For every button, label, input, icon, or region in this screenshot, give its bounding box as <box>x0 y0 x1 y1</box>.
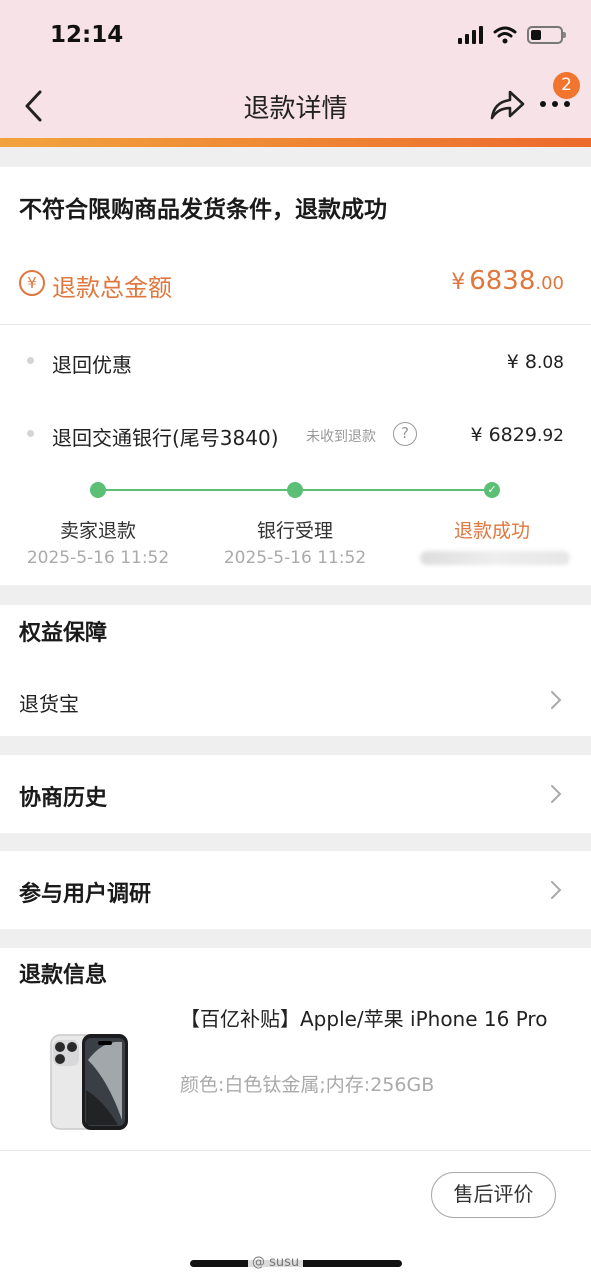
after-sale-review-button[interactable]: 售后评价 <box>431 1172 556 1218</box>
progress-line <box>106 489 287 491</box>
notification-badge: 2 <box>553 72 580 99</box>
step-label: 退款成功 <box>453 520 530 542</box>
step-time: 2025-5-16 11:52 <box>26 548 170 568</box>
battery-icon <box>527 26 566 44</box>
section-title[interactable]: 参与用户调研 <box>19 876 151 908</box>
share-icon[interactable] <box>488 86 526 124</box>
progress-dot <box>287 482 303 498</box>
refund-headline: 不符合限购商品发货条件，退款成功 <box>19 197 387 223</box>
wifi-icon <box>493 26 517 44</box>
signal-icon <box>458 26 483 44</box>
check-icon: ✓ <box>484 482 500 498</box>
divider <box>0 324 591 325</box>
refund-row-label: 退回优惠 <box>52 353 132 377</box>
refund-row-amount: ¥ 8.08 <box>507 351 564 373</box>
chevron-right-icon[interactable] <box>548 783 564 805</box>
bullet <box>27 357 34 364</box>
product-title[interactable]: 【百亿补贴】Apple/苹果 iPhone 16 Pro <box>180 1003 560 1036</box>
refund-row-label: 退回交通银行(尾号3840) <box>52 426 279 450</box>
progress-dot <box>90 482 106 498</box>
watermark: @ susu <box>248 1255 304 1270</box>
header-accent-line <box>0 138 591 147</box>
refund-row-amount: ¥ 6829.92 <box>470 424 564 446</box>
amount-integer: ¥ 6829 <box>470 424 537 446</box>
return-insurance-item[interactable]: 退货宝 <box>19 688 79 717</box>
status-icons <box>458 26 566 44</box>
amount-cents: .92 <box>536 426 564 446</box>
step-label: 卖家退款 <box>59 520 136 542</box>
progress-line <box>303 489 484 491</box>
amount-integer: 6838 <box>469 266 536 296</box>
product-image[interactable] <box>48 1030 132 1132</box>
divider <box>0 1150 591 1151</box>
amount-cents: .08 <box>536 353 564 373</box>
section-title[interactable]: 协商历史 <box>19 780 107 812</box>
yuan-icon: ¥ <box>19 270 45 296</box>
section-title: 退款信息 <box>19 963 108 988</box>
help-icon[interactable]: ? <box>393 422 417 446</box>
amount-cents: .00 <box>535 273 564 294</box>
amount-integer: ¥ 8 <box>506 351 537 373</box>
bullet <box>27 430 34 437</box>
step-label: 银行受理 <box>256 520 333 542</box>
product-spec: 颜色:白色钛金属;内存:256GB <box>180 1074 435 1096</box>
refund-total-amount: ¥6838.00 <box>451 266 564 296</box>
status-time: 12:14 <box>50 22 124 48</box>
step-time: 2025-5-16 11:52 <box>223 548 367 568</box>
chevron-right-icon[interactable] <box>548 879 564 901</box>
currency-symbol: ¥ <box>451 270 466 295</box>
not-received-link[interactable]: 未收到退款 <box>306 426 376 446</box>
blurred-time <box>420 551 570 565</box>
refund-total-label: 退款总金额 <box>52 274 172 302</box>
chevron-right-icon[interactable] <box>548 689 564 711</box>
section-title: 权益保障 <box>19 621 108 646</box>
